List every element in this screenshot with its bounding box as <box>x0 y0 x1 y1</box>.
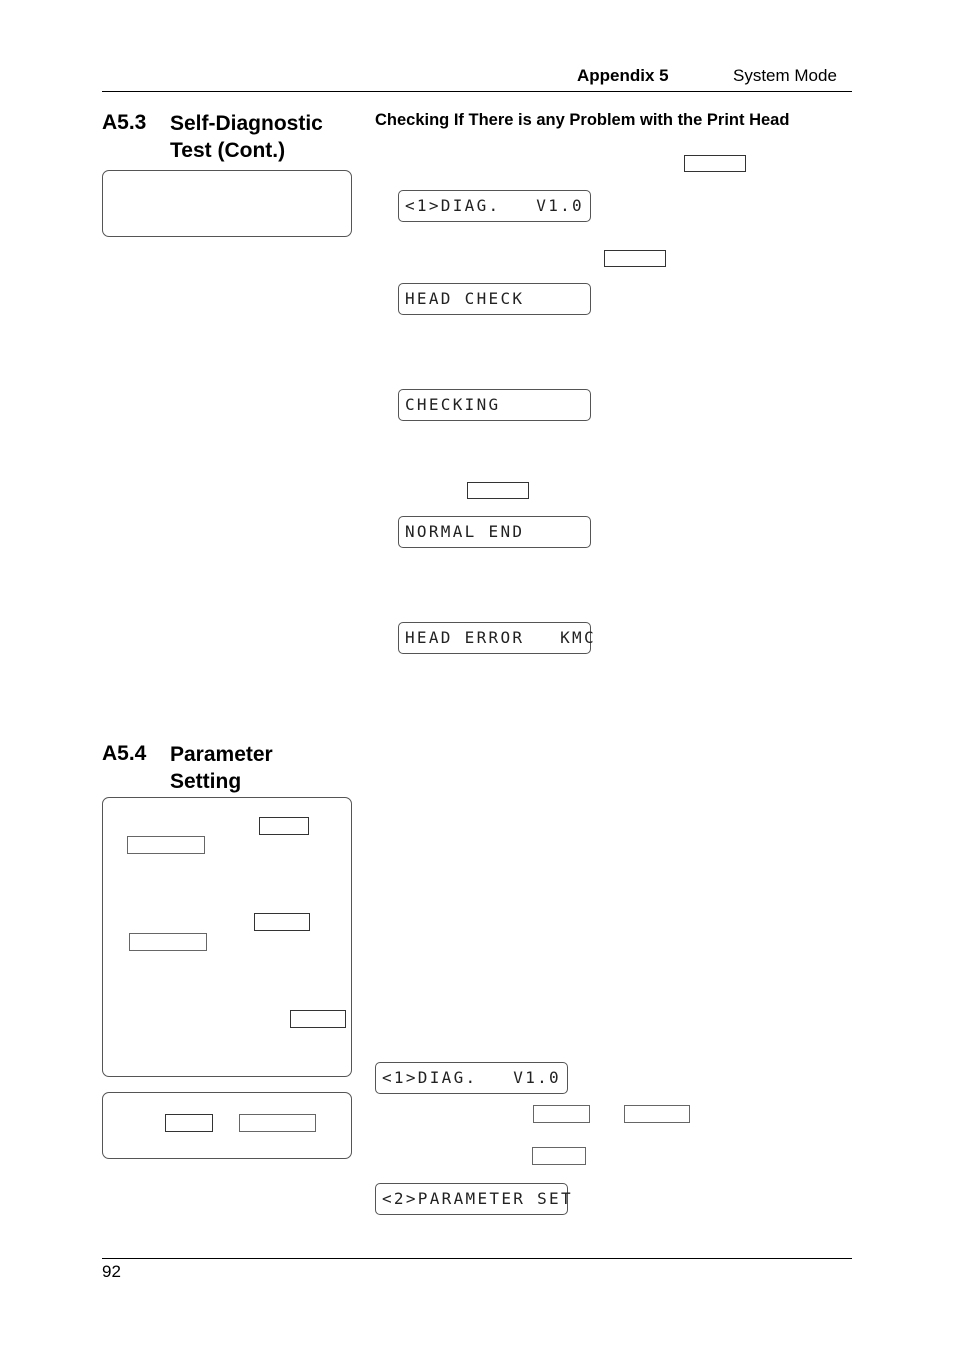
lcd-display: <1>DIAG. V1.0 <box>375 1062 568 1094</box>
lcd-display: <2>PARAMETER SET <box>375 1183 571 1215</box>
key-button <box>129 933 207 951</box>
key-button <box>532 1147 586 1165</box>
lcd-display: <1>DIAG. V1.0 <box>398 190 591 222</box>
subheading: Checking If There is any Problem with th… <box>375 111 790 129</box>
lcd-display: HEAD CHECK <box>398 283 591 315</box>
section-number: A5.3 <box>102 111 147 134</box>
section-title-line1: Self-Diagnostic <box>170 112 323 135</box>
key-button <box>467 482 529 499</box>
footer-divider <box>102 1258 852 1259</box>
section-number: A5.4 <box>102 742 147 765</box>
section-title-line2: Setting <box>170 770 242 793</box>
key-button <box>290 1010 346 1028</box>
key-button <box>127 836 205 854</box>
key-button <box>604 250 666 267</box>
section-title-line2: Test (Cont.) <box>170 139 286 162</box>
header-divider <box>102 91 852 92</box>
lcd-display: CHECKING <box>398 389 591 421</box>
key-button <box>624 1105 690 1123</box>
header-appendix: Appendix 5 <box>577 66 669 85</box>
page-number: 92 <box>102 1262 121 1281</box>
section-title: Self-Diagnostic Test (Cont.) <box>170 110 323 164</box>
key-button <box>239 1114 316 1132</box>
key-button <box>259 817 309 835</box>
key-button <box>165 1114 213 1132</box>
header-title: System Mode <box>733 66 837 85</box>
key-button <box>254 913 310 931</box>
section-title: Parameter Setting <box>170 741 273 795</box>
section-title-line1: Parameter <box>170 743 273 766</box>
key-button <box>684 155 746 172</box>
note-box <box>102 170 352 237</box>
key-button <box>533 1105 590 1123</box>
lcd-display: HEAD ERROR KMC <box>398 622 594 654</box>
lcd-display: NORMAL END <box>398 516 591 548</box>
